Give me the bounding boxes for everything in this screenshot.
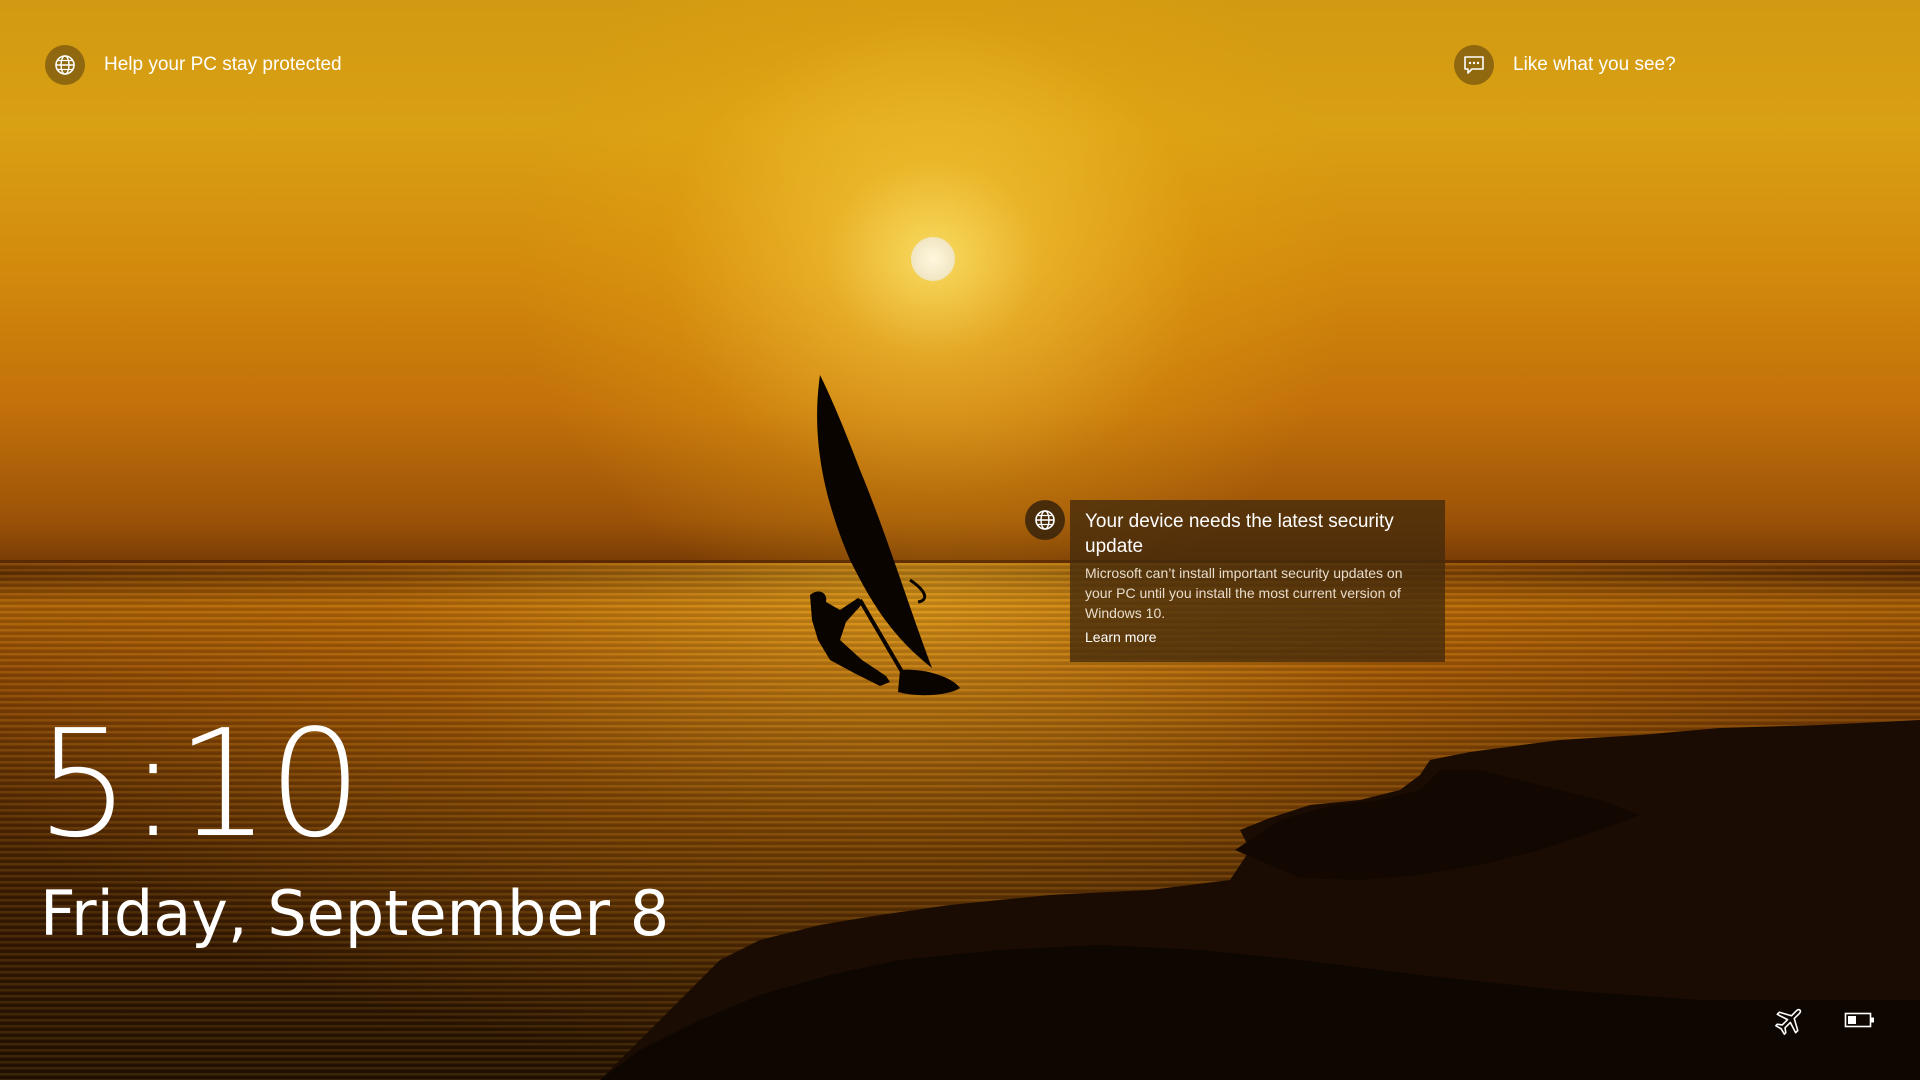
spotlight-feedback-label: Like what you see? [1513,54,1676,75]
security-tip-label: Help your PC stay protected [104,54,342,75]
windsurfer-silhouette [810,375,960,696]
spotlight-feedback[interactable]: Like what you see? [1454,45,1676,85]
notification-title: Your device needs the latest security up… [1085,511,1394,557]
notification-body: Microsoft can’t install important securi… [1085,565,1403,621]
learn-more-link[interactable]: Learn more [1085,629,1157,645]
globe-icon [1025,500,1065,540]
lock-screen[interactable]: Help your PC stay protected Like what yo… [0,0,1920,1080]
globe-icon [45,45,85,85]
battery-icon [1840,1000,1880,1040]
chat-icon [1454,45,1494,85]
airplane-mode-icon [1770,1000,1810,1040]
security-update-notification[interactable]: Your device needs the latest security up… [1070,500,1445,662]
clock-date: Friday, September 8 [40,877,670,950]
clock-time: 5:10 [36,698,362,870]
security-tip[interactable]: Help your PC stay protected [45,45,342,85]
